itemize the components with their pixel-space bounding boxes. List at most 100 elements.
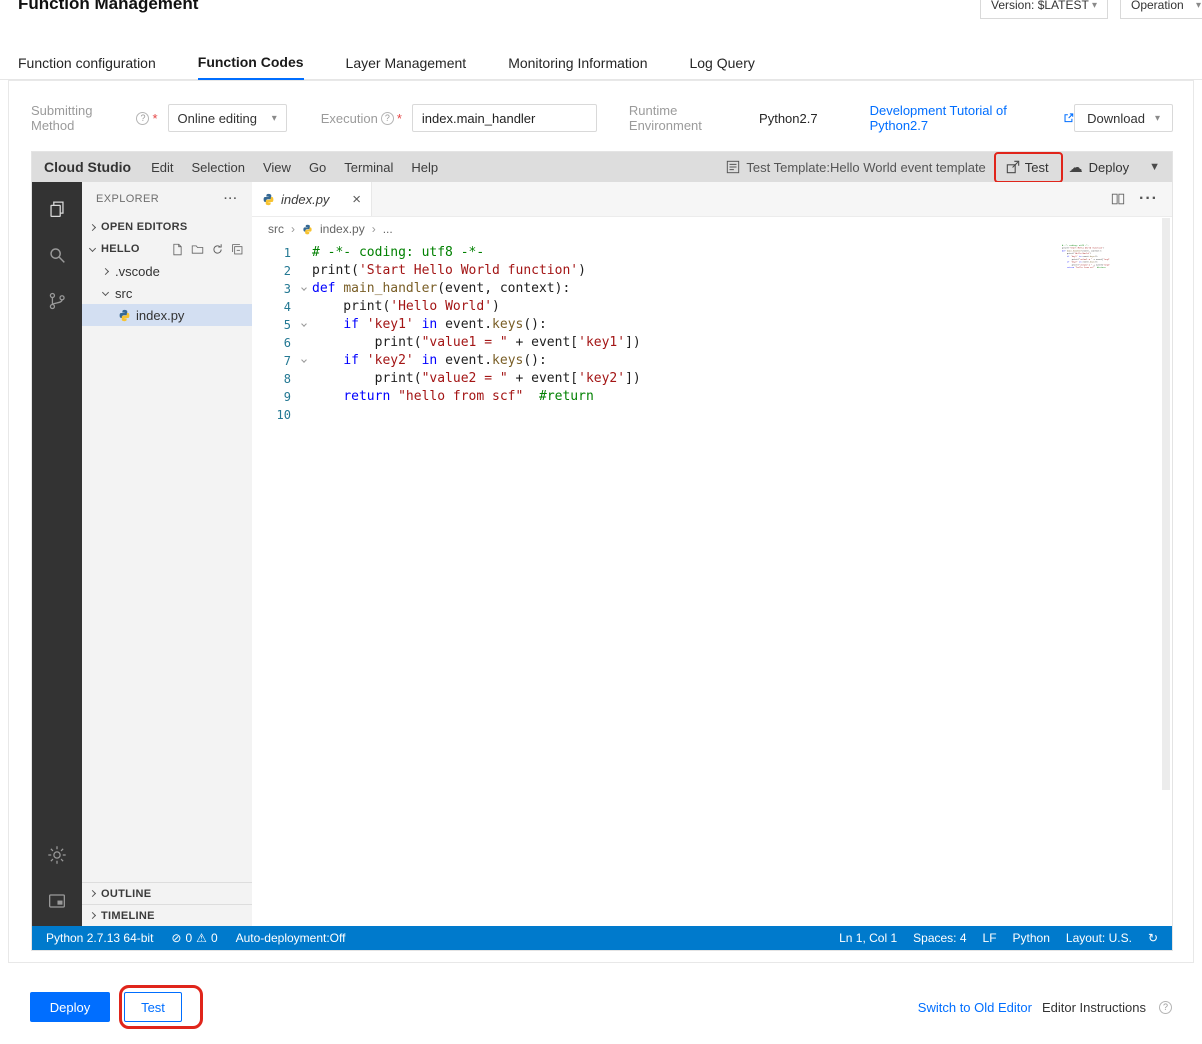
problems-status[interactable]: ⊘ 0 ⚠ 0: [171, 931, 217, 945]
language-status[interactable]: Python: [1013, 931, 1050, 945]
python-version-status[interactable]: Python 2.7.13 64-bit: [46, 931, 153, 945]
submitting-method-select[interactable]: Online editing ▾: [167, 104, 287, 132]
execution-input[interactable]: [411, 104, 597, 132]
code-line[interactable]: 4 print('Hello World'): [252, 298, 1172, 316]
chevron-down-icon: ▾: [1154, 112, 1160, 124]
code-text: return "hello from scf" #return: [1066, 266, 1106, 269]
line-number: 10: [276, 408, 291, 422]
new-folder-icon[interactable]: [191, 243, 204, 256]
explorer-header: EXPLORER ···: [96, 193, 238, 205]
tab-index-py[interactable]: index.py ×: [252, 182, 372, 216]
runtime-value: Python2.7: [759, 110, 818, 126]
indentation-status[interactable]: Spaces: 4: [913, 931, 966, 945]
help-icon[interactable]: ?: [1159, 1000, 1172, 1014]
code-line[interactable]: 6 print("value1 = " + event['key1']): [252, 334, 1172, 352]
auto-deployment-status[interactable]: Auto-deployment:Off: [236, 931, 346, 945]
screencast-layout-icon[interactable]: [32, 878, 82, 924]
fold-gutter: [296, 244, 312, 262]
keyboard-layout-status[interactable]: Layout: U.S.: [1066, 931, 1132, 945]
more-actions-icon[interactable]: ···: [1139, 190, 1158, 208]
error-icon: ⊘: [171, 931, 182, 945]
outline-section[interactable]: OUTLINE: [82, 882, 252, 904]
timeline-section[interactable]: TIMELINE: [82, 904, 252, 926]
deploy-button[interactable]: Deploy: [30, 992, 110, 1022]
code-line[interactable]: 10: [252, 406, 1172, 424]
switch-old-editor-link[interactable]: Switch to Old Editor: [918, 1000, 1032, 1015]
refresh-icon[interactable]: [211, 243, 224, 256]
footer-actions: Deploy Test Switch to Old Editor Editor …: [30, 985, 1172, 1029]
source-control-icon[interactable]: [32, 278, 82, 324]
runtime-label: Runtime Environment: [628, 103, 702, 133]
eol-status[interactable]: LF: [983, 931, 997, 945]
editor-instructions-label: Editor Instructions: [1041, 999, 1146, 1015]
tab-monitoring-information[interactable]: Monitoring Information: [508, 46, 647, 79]
menu-view[interactable]: View: [263, 160, 291, 175]
code-line[interactable]: 5 if 'key1' in event.keys():: [252, 316, 1172, 334]
menu-terminal[interactable]: Terminal: [344, 160, 393, 175]
breadcrumb-separator: ›: [371, 222, 376, 236]
code-text: if 'key1' in event.keys():: [343, 317, 547, 332]
cloud-icon: ☁: [1068, 158, 1083, 175]
menu-selection[interactable]: Selection: [192, 160, 245, 175]
code-text: def main_handler(event, context):: [312, 281, 571, 296]
breadcrumb-src[interactable]: src: [268, 222, 284, 236]
collapse-all-icon[interactable]: [231, 243, 244, 256]
feedback-icon[interactable]: ↻: [1148, 931, 1158, 945]
menu-help[interactable]: Help: [411, 160, 438, 175]
tree-item-index-py[interactable]: index.py: [82, 304, 252, 326]
code-line[interactable]: 7 if 'key2' in event.keys():: [252, 352, 1172, 370]
editor-test-button[interactable]: Test: [993, 151, 1063, 183]
tab-function-codes[interactable]: Function Codes: [197, 46, 304, 80]
code-line[interactable]: 2 print('Start Hello World function'): [252, 262, 1172, 280]
close-icon[interactable]: ×: [352, 191, 361, 208]
tree-item-vscode[interactable]: .vscode: [82, 260, 252, 282]
search-icon[interactable]: [32, 232, 82, 278]
code-line[interactable]: 1 # -*- coding: utf8 -*-: [252, 244, 1172, 262]
test-button[interactable]: Test: [119, 985, 203, 1029]
split-editor-icon[interactable]: [1111, 192, 1125, 206]
explorer-more-icon[interactable]: ···: [224, 193, 238, 205]
settings-gear-icon[interactable]: [32, 832, 82, 878]
tab-layer-management[interactable]: Layer Management: [346, 46, 467, 79]
required-asterisk: *: [152, 110, 158, 126]
scrollbar[interactable]: [1162, 218, 1170, 790]
tab-log-query[interactable]: Log Query: [689, 46, 754, 79]
menu-go[interactable]: Go: [309, 160, 326, 175]
toolbar-dropdown-icon[interactable]: ▼: [1149, 161, 1160, 173]
line-number: 8: [283, 372, 291, 386]
editor-deploy-button[interactable]: ☁ Deploy: [1069, 159, 1129, 176]
tutorial-link[interactable]: Development Tutorial of Python2.7: [870, 103, 1075, 133]
code-line[interactable]: 9 return "hello from scf" #return: [252, 388, 1172, 406]
minimap[interactable]: # -*- coding: utf8 -*- print('Start Hello…: [1062, 244, 1110, 276]
project-hello-section[interactable]: HELLO: [82, 238, 252, 260]
breadcrumb-file[interactable]: index.py: [320, 222, 365, 236]
cursor-position-status[interactable]: Ln 1, Col 1: [839, 931, 897, 945]
version-label: Version: $LATEST: [991, 0, 1089, 12]
tab-function-configuration[interactable]: Function configuration: [18, 46, 156, 79]
help-icon[interactable]: ?: [380, 111, 394, 125]
fold-chevron-icon[interactable]: [296, 280, 312, 298]
code-line[interactable]: 3 def main_handler(event, context):: [252, 280, 1172, 298]
chevron-down-icon: ▾: [271, 112, 277, 124]
chevron-right-icon: [98, 267, 112, 275]
tab-bar: Function configuration Function Codes La…: [0, 46, 1202, 80]
help-icon[interactable]: ?: [136, 111, 150, 125]
explorer-icon[interactable]: [32, 186, 82, 232]
menu-edit[interactable]: Edit: [151, 160, 173, 175]
breadcrumb-symbol[interactable]: ...: [383, 222, 393, 236]
test-template-button[interactable]: Test Template:Hello World event template: [726, 160, 986, 175]
fold-chevron-icon[interactable]: [296, 316, 312, 334]
download-button[interactable]: Download ▾: [1074, 104, 1173, 132]
chevron-right-icon: [85, 911, 99, 920]
code-editor[interactable]: 1 # -*- coding: utf8 -*- 2 print('Start Hel…: [252, 241, 1172, 926]
code-line[interactable]: 8 print("value2 = " + event['key2']): [252, 370, 1172, 388]
open-editors-section[interactable]: OPEN EDITORS: [82, 216, 252, 238]
fold-gutter: [296, 406, 312, 424]
fold-chevron-icon[interactable]: [296, 352, 312, 370]
operation-dropdown[interactable]: Operation ▾: [1120, 0, 1202, 19]
required-asterisk: *: [396, 110, 402, 126]
code-text: # -*- coding: utf8 -*-: [312, 245, 485, 260]
version-dropdown[interactable]: Version: $LATEST ▾: [980, 0, 1108, 19]
new-file-icon[interactable]: [171, 243, 184, 256]
tree-item-src[interactable]: src: [82, 282, 252, 304]
